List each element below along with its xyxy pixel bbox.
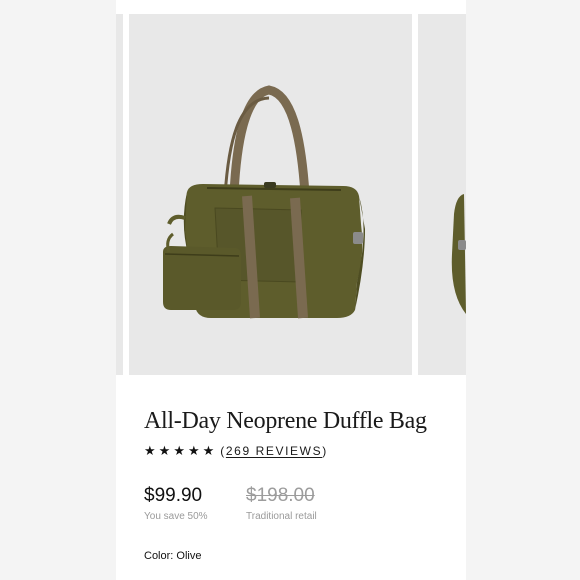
color-selection-label: Color: Olive	[144, 550, 202, 562]
carousel-next-slide[interactable]	[418, 14, 466, 375]
star-icon: ★	[144, 443, 156, 458]
carousel-prev-slide[interactable]	[116, 14, 123, 375]
product-info: All-Day Neoprene Duffle Bag ★ ★ ★ ★ ★ (2…	[116, 375, 466, 580]
star-icon: ★	[187, 443, 200, 458]
image-carousel[interactable]	[116, 14, 466, 375]
retail-label: Traditional retail	[246, 511, 317, 522]
sale-price: $99.90	[144, 485, 203, 506]
star-icon: ★	[158, 443, 171, 458]
product-rating: ★ ★ ★ ★ ★ (269 REVIEWS)	[144, 444, 328, 459]
reviews-count: (269 REVIEWS)	[220, 444, 328, 458]
retail-price: $198.00	[246, 485, 315, 506]
savings-label: You save 50%	[144, 511, 208, 522]
product-image-main[interactable]	[129, 14, 412, 375]
reviews-paren-close: )	[322, 444, 328, 458]
product-title: All-Day Neoprene Duffle Bag	[144, 408, 427, 434]
reviews-link[interactable]: 269 REVIEWS	[226, 444, 322, 458]
duffle-bag-image	[163, 85, 365, 319]
star-rating: ★ ★ ★ ★ ★	[144, 444, 214, 458]
product-card: All-Day Neoprene Duffle Bag ★ ★ ★ ★ ★ (2…	[116, 0, 466, 580]
star-icon: ★	[202, 443, 215, 458]
star-icon: ★	[173, 443, 185, 458]
duffle-bag-thumbnail	[451, 194, 466, 314]
